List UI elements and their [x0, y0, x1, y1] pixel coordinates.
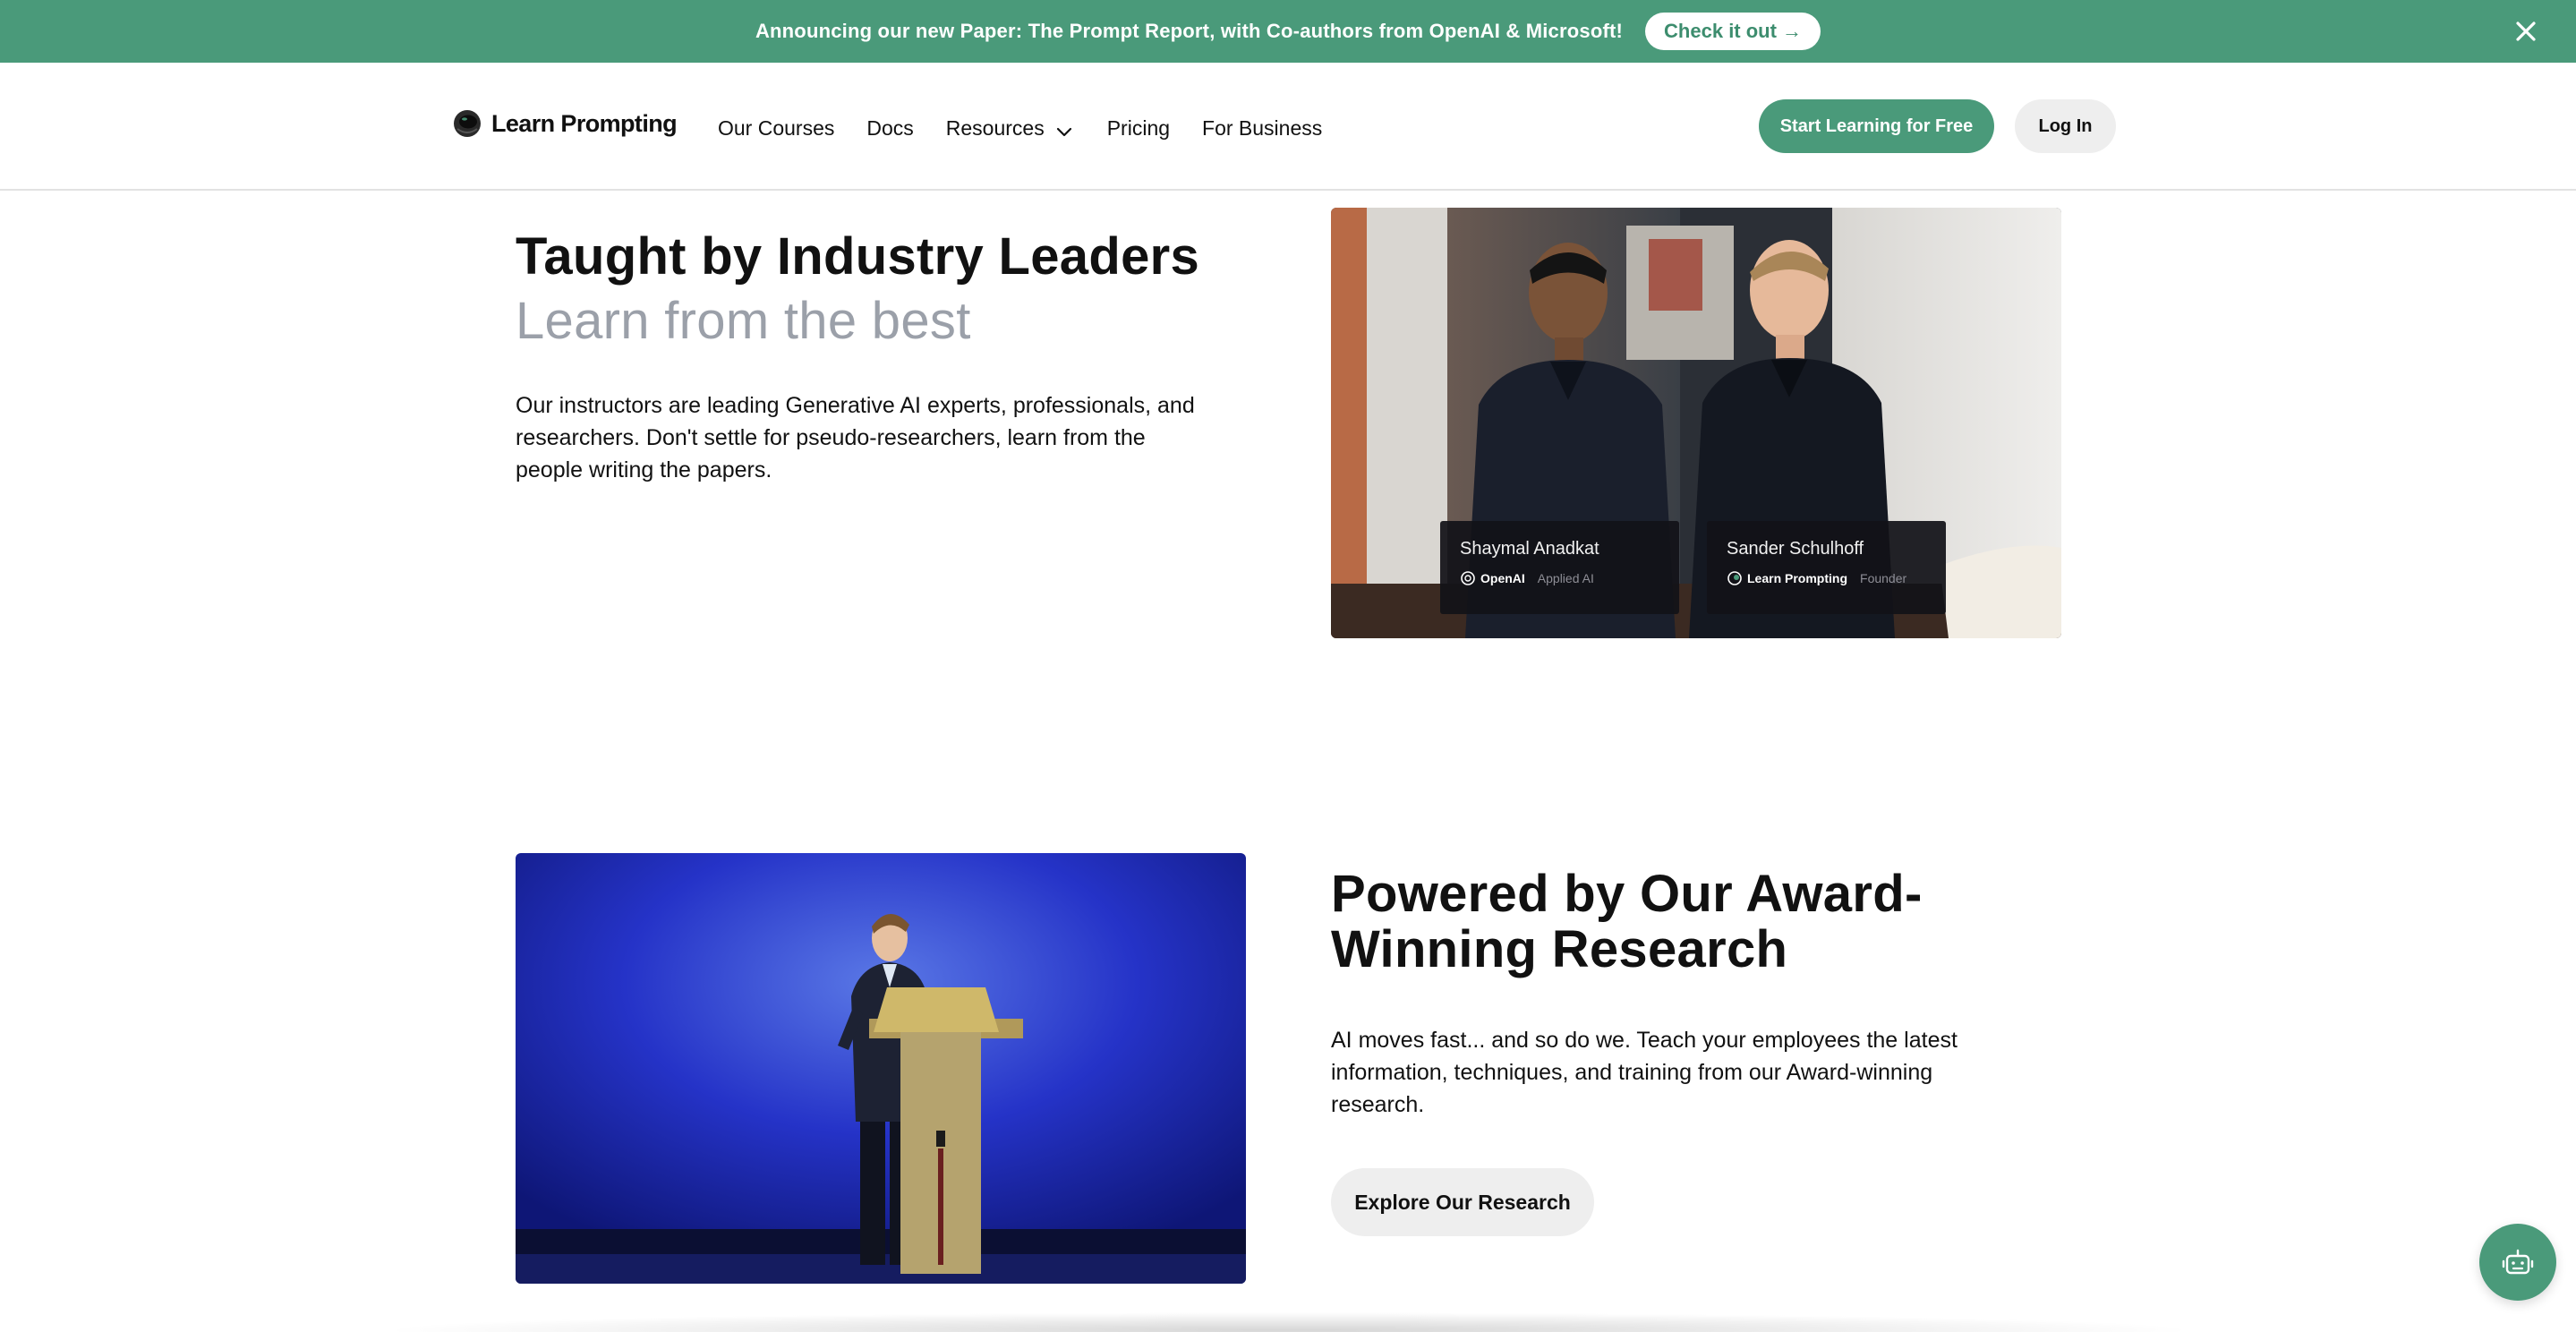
- nav-docs[interactable]: Docs: [866, 116, 913, 141]
- nav-for-business[interactable]: For Business: [1202, 116, 1322, 141]
- leaders-description: Our instructors are leading Generative A…: [516, 393, 1195, 482]
- instructor-org: Learn Prompting Founder: [1727, 570, 1926, 586]
- nav-label: Resources: [945, 115, 1045, 140]
- announcement-banner: Announcing our new Paper: The Prompt Rep…: [0, 0, 2576, 63]
- section-title-research: Powered by Our Award-Winning Research: [1331, 865, 1923, 978]
- announcement-text: Announcing our new Paper: The Prompt Rep…: [755, 20, 1624, 42]
- nav-our-courses[interactable]: Our Courses: [718, 116, 834, 141]
- instructor-org-name: OpenAI: [1480, 571, 1525, 585]
- nav-resources[interactable]: Resources: [946, 113, 1075, 143]
- check-it-out-button[interactable]: Check it out →: [1645, 13, 1821, 50]
- next-section-shadow: [376, 1312, 2202, 1332]
- log-in-button[interactable]: Log In: [2015, 99, 2116, 153]
- speaker-at-podium-illustration: [516, 853, 1246, 1284]
- instructor-org: OpenAI Applied AI: [1460, 570, 1659, 586]
- research-talk-photo: [516, 853, 1246, 1284]
- instructor-org-name: Learn Prompting: [1747, 571, 1848, 585]
- nav-label: Our Courses: [718, 115, 835, 140]
- instructor-role: Applied AI: [1537, 571, 1594, 585]
- section-title-leaders: Taught by Industry Leaders: [516, 227, 1200, 286]
- nav-label: Pricing: [1106, 115, 1171, 140]
- chat-widget-button[interactable]: [2479, 1224, 2556, 1301]
- nav-pricing[interactable]: Pricing: [1107, 116, 1170, 141]
- instructor-card: Shaymal Anadkat OpenAI Applied AI: [1440, 521, 1679, 614]
- main-nav: Our Courses Docs Resources Pricing For B…: [718, 113, 1354, 143]
- close-icon[interactable]: [2508, 13, 2544, 49]
- instructors-photo: Shaymal Anadkat OpenAI Applied AI Sander…: [1331, 208, 2061, 638]
- astronaut-helmet-icon: [454, 110, 481, 137]
- instructor-role: Founder: [1860, 571, 1907, 585]
- logo[interactable]: Learn Prompting: [453, 109, 678, 138]
- site-header: Learn Prompting Our Courses Docs Resourc…: [0, 63, 2576, 191]
- research-description: AI moves fast... and so do we. Teach you…: [1331, 1028, 1958, 1117]
- logo-text: Learn Prompting: [491, 109, 678, 137]
- chevron-down-icon: [1056, 127, 1071, 137]
- instructor-name: Sander Schulhoff: [1727, 539, 1864, 559]
- nav-label: Docs: [866, 115, 914, 140]
- nav-label: For Business: [1202, 115, 1323, 140]
- explore-research-button[interactable]: Explore Our Research: [1331, 1168, 1594, 1236]
- learn-prompting-logo-icon: [1727, 571, 1742, 585]
- section-subtitle-leaders: Learn from the best: [516, 292, 971, 350]
- start-learning-button[interactable]: Start Learning for Free: [1759, 99, 1994, 153]
- robot-icon: [2502, 1249, 2534, 1275]
- openai-logo-icon: [1461, 571, 1475, 585]
- instructor-card: Sander Schulhoff Learn Prompting Founder: [1707, 521, 1946, 614]
- instructor-name: Shaymal Anadkat: [1460, 539, 1599, 559]
